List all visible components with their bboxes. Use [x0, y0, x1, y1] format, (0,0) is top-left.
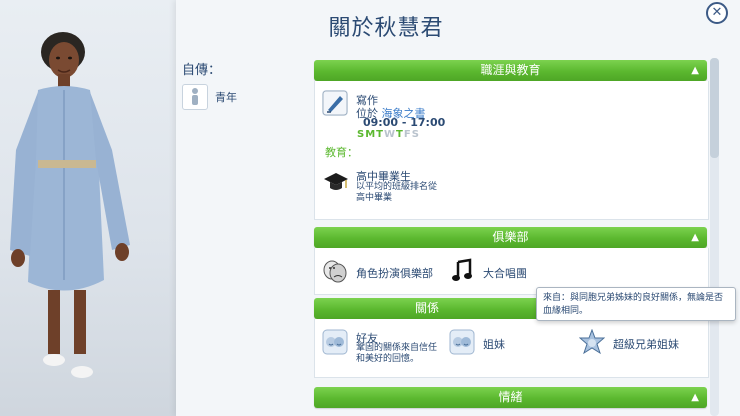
music-note-icon [449, 258, 475, 284]
clubs-section-title: 俱樂部 [492, 230, 529, 244]
bio-label: 自傳： [182, 63, 222, 78]
page-title: 關於秋慧君 [328, 16, 444, 41]
work-day-4: T [396, 129, 403, 140]
work-day-2: T [376, 129, 383, 140]
quill-icon [322, 90, 348, 116]
education-desc-1: 以平均的班級排名從 [356, 182, 438, 192]
work-day-3: W [383, 129, 396, 140]
work-day-5: F [403, 129, 411, 140]
collapse-caret-icon[interactable]: ▲ [691, 387, 699, 408]
friend-desc-2: 和美好的回憶。 [356, 354, 420, 364]
close-icon[interactable]: ✕ [706, 2, 728, 24]
relationship-tooltip: 來自：與同胞兄弟姊妹的良好關係，無論是否血緣相同。 [536, 287, 736, 321]
super-sibling-star-icon [578, 328, 606, 355]
relations-section-header[interactable]: 關係 [314, 298, 540, 319]
work-days: SMTWTFS [357, 127, 420, 140]
clubs-section-header[interactable]: 俱樂部 ▲ [314, 227, 707, 248]
collapse-caret-icon[interactable]: ▲ [691, 227, 699, 248]
work-day-6: S [411, 129, 419, 140]
sim-character [10, 32, 130, 378]
education-label: 教育： [325, 146, 358, 159]
friend-desc-1: 鞏固的關係來自信任 [356, 343, 438, 353]
education-desc-2: 高中畢業 [356, 193, 393, 203]
sister-label[interactable]: 姐妹 [483, 336, 505, 352]
sister-smiley-icon [449, 329, 475, 355]
scrollbar-thumb[interactable] [710, 58, 719, 158]
career-section-header[interactable]: 職涯與教育 ▲ [314, 60, 707, 81]
work-day-1: M [365, 129, 376, 140]
collapse-caret-icon[interactable]: ▲ [691, 60, 699, 81]
age-icon [182, 84, 208, 110]
age-value: 青年 [215, 91, 237, 104]
career-section-body: 寫作 位於 海象之書 09:00 - 17:00 SMTWTFS 教育： 高中畢… [314, 81, 709, 220]
career-section-title: 職涯與教育 [480, 63, 541, 77]
friend-smiley-icon [322, 329, 348, 355]
club-item-label[interactable]: 角色扮演俱樂部 [356, 265, 433, 281]
theater-masks-icon [322, 258, 348, 284]
super-sibling-label[interactable]: 超級兄弟姐妹 [613, 336, 679, 352]
work-day-0: S [357, 129, 365, 140]
relations-section-body: 好友 鞏固的關係來自信任 和美好的回憶。 姐妹 超級兄弟姐妹 [314, 319, 709, 378]
club-item-label[interactable]: 大合唱團 [483, 265, 527, 281]
relations-section-title: 關係 [414, 301, 439, 315]
mood-section-title: 情緒 [498, 390, 523, 404]
graduation-cap-icon [322, 168, 348, 194]
mood-section-header[interactable]: 情緒 ▲ [314, 387, 707, 408]
